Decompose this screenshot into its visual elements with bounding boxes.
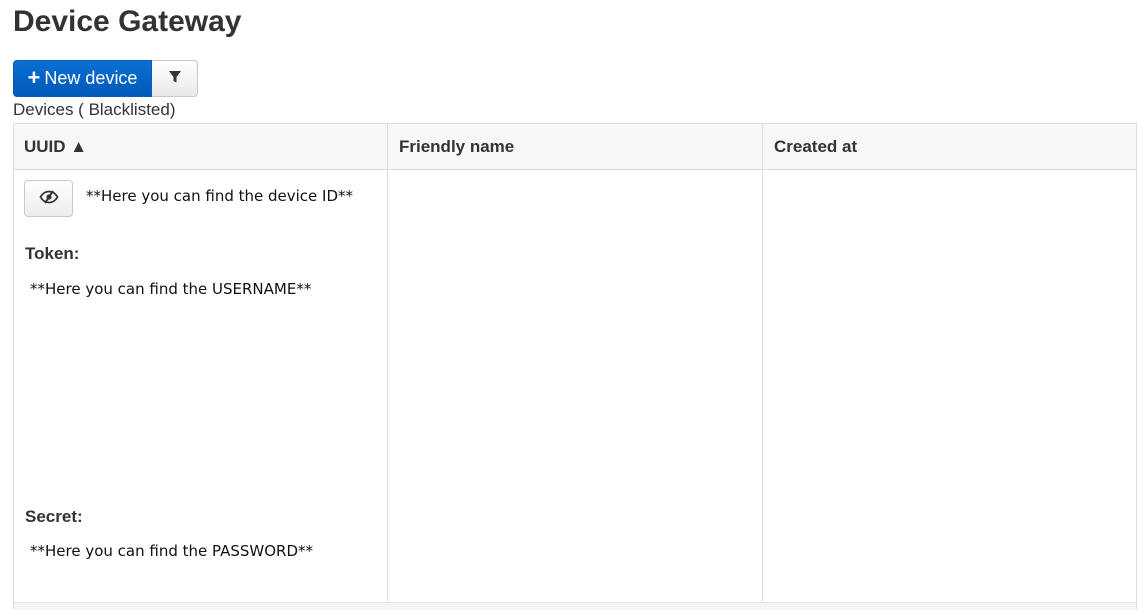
secret-value: **Here you can find the PASSWORD** [30,542,314,560]
toggle-visibility-button[interactable] [24,180,73,217]
page-title: Device Gateway [13,5,242,38]
column-divider [762,124,763,609]
filter-icon [168,70,182,87]
token-label: Token: [25,244,80,263]
column-header-created-at[interactable]: Created at [764,124,1138,170]
plus-icon: + [27,64,41,90]
toolbar: + New device [13,60,198,97]
new-device-button[interactable]: + New device [13,60,152,97]
column-header-uuid[interactable]: UUID ▲ [14,124,388,170]
new-device-label: New device [44,68,138,88]
eye-slash-icon [38,190,59,207]
column-header-friendly-name[interactable]: Friendly name [389,124,763,170]
table-header-row: UUID ▲ Friendly name Created at [14,124,1136,170]
column-divider [387,124,388,609]
filter-button[interactable] [152,60,198,97]
device-id-text: **Here you can find the device ID** [86,187,354,205]
table-caption: Devices ( Blacklisted) [13,100,176,119]
token-value: **Here you can find the USERNAME** [30,280,312,298]
secret-label: Secret: [25,507,83,526]
devices-table: UUID ▲ Friendly name Created at **Here y… [13,123,1137,610]
